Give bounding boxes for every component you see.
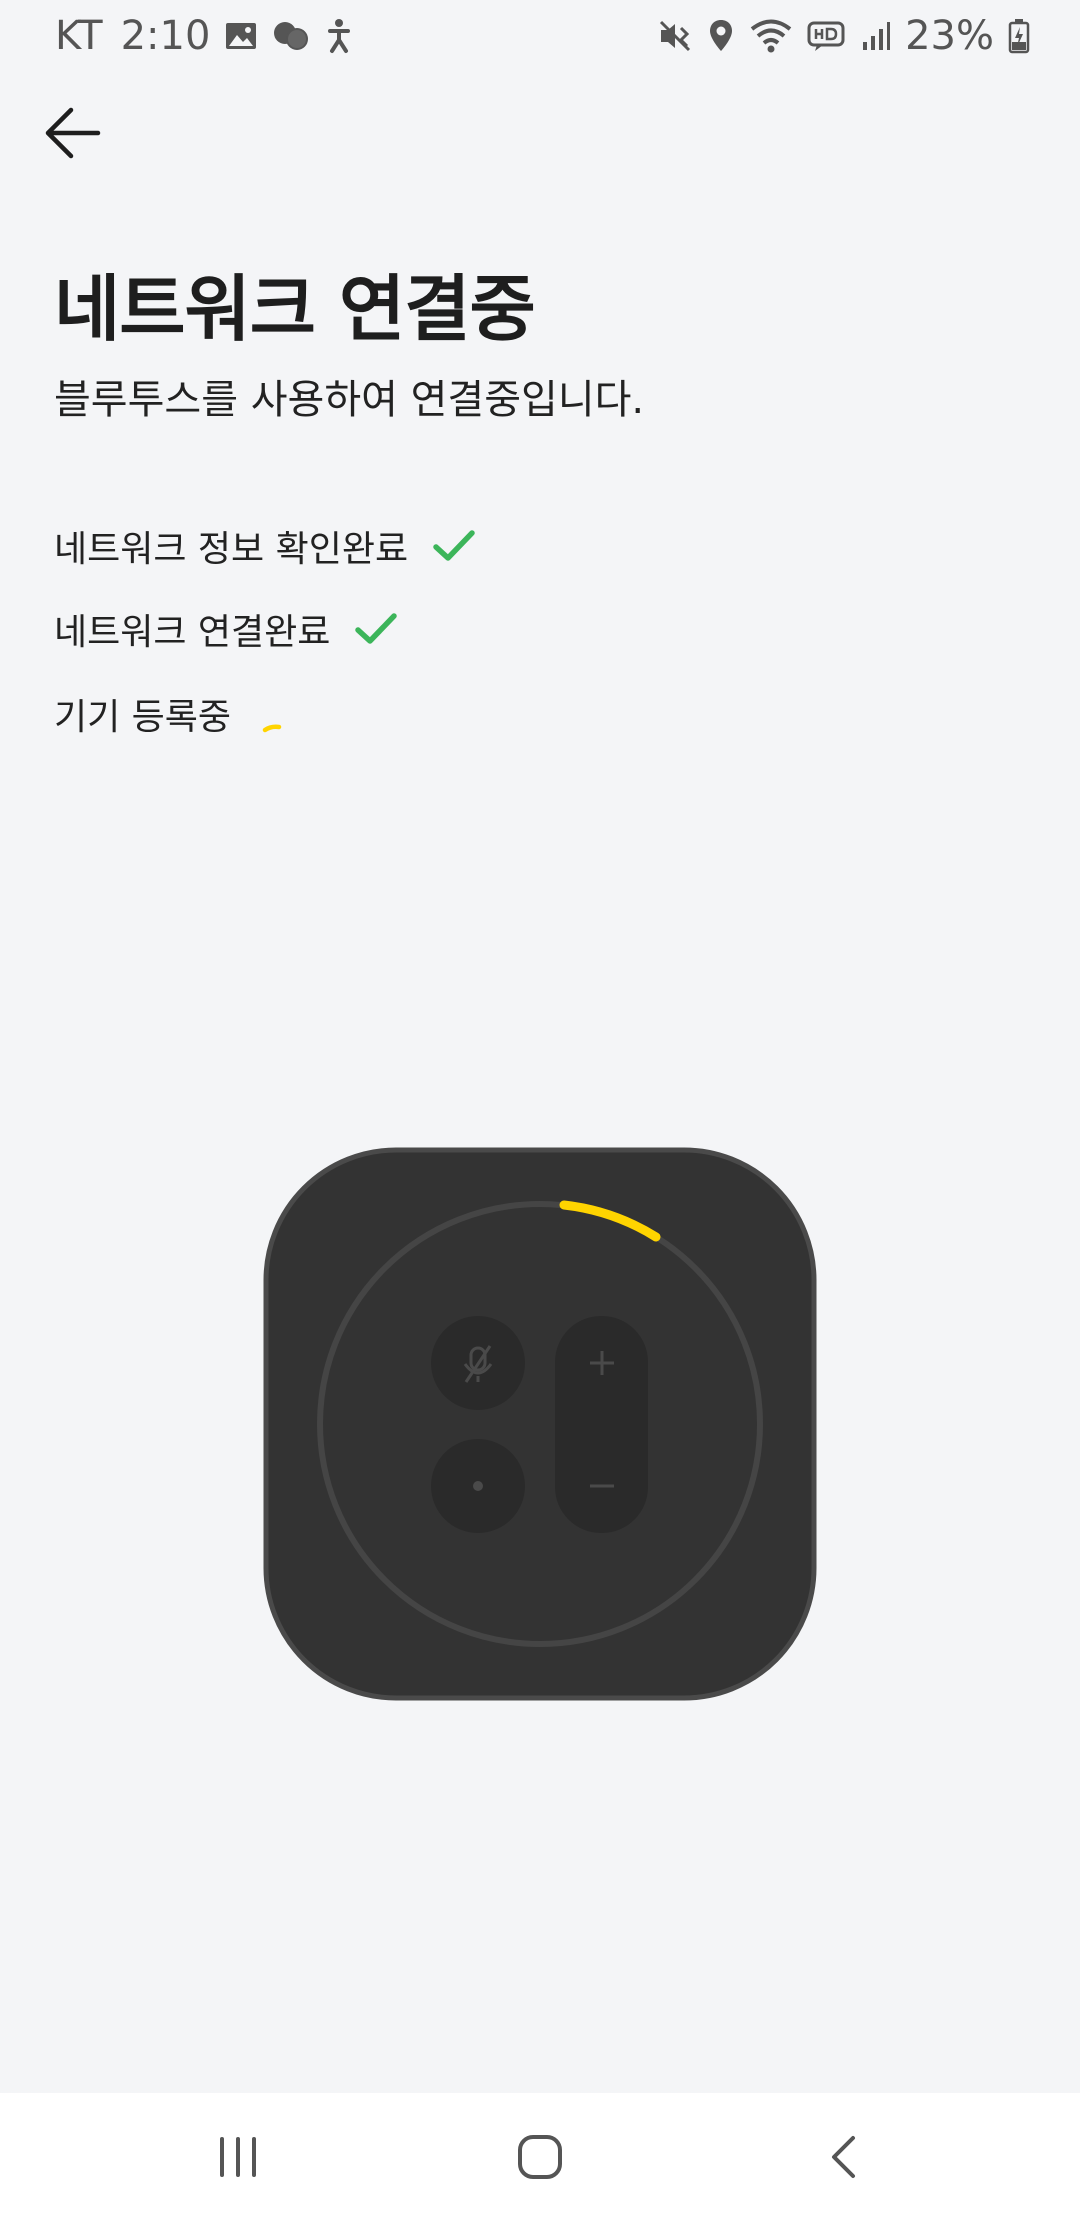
battery-percentage: 23% [905, 13, 994, 59]
carrier-label: KT [55, 13, 103, 59]
home-button[interactable] [480, 2093, 600, 2220]
clock: 2:10 [120, 13, 211, 59]
wifi-icon [750, 19, 792, 53]
system-nav-bar [0, 2093, 1080, 2220]
recents-icon [220, 2136, 256, 2177]
status-left: KT 2:10 [55, 8, 354, 64]
step-label: 네트워크 연결완료 [54, 612, 331, 653]
loading-spinner-icon [262, 724, 282, 733]
signal-icon [863, 22, 891, 50]
step-network-info: 네트워크 정보 확인완료 [54, 520, 476, 572]
back-button[interactable] [40, 100, 106, 166]
volume-rocker [555, 1316, 648, 1533]
page-title: 네트워크 연결중 [54, 267, 536, 351]
chat-bubbles-icon [274, 22, 309, 50]
home-icon [518, 2134, 562, 2179]
status-right: 23% [643, 8, 1030, 64]
battery-charging-icon [1008, 19, 1030, 54]
hd-voice-icon [807, 21, 845, 51]
checkmark-icon [433, 530, 475, 561]
dot-icon [431, 1439, 525, 1533]
mute-vibrate-icon [660, 20, 691, 52]
back-chevron-icon [832, 2135, 855, 2178]
recents-button[interactable] [178, 2093, 298, 2220]
speaker-device-image [263, 1147, 817, 1701]
step-network-connect: 네트워크 연결완료 [54, 603, 398, 655]
accessibility-icon [328, 19, 351, 53]
location-icon [710, 20, 733, 51]
step-label: 네트워크 정보 확인완료 [54, 529, 409, 570]
device-illustration [262, 1146, 818, 1702]
gallery-icon [226, 23, 257, 49]
mic-mute-icon [431, 1316, 525, 1410]
checkmark-icon [355, 613, 398, 644]
step-device-register: 기기 등록중 [54, 688, 231, 740]
system-back-button[interactable] [783, 2093, 903, 2220]
status-bar: KT 2:10 23% [0, 0, 1080, 70]
step-label: 기기 등록중 [54, 697, 232, 738]
page-subtitle: 블루투스를 사용하여 연결중입니다. [54, 377, 645, 423]
arrow-left-icon [45, 107, 101, 159]
